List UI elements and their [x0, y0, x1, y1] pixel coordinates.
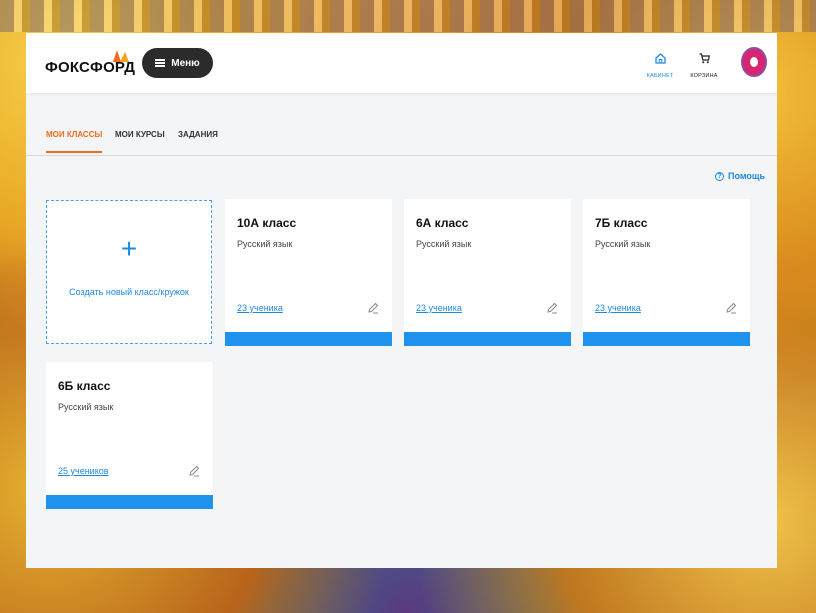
card-accent-bar: [583, 332, 750, 346]
class-title: 6Б класс: [58, 379, 111, 393]
nav-cart-label: КОРЗИНА: [690, 73, 718, 79]
class-card[interactable]: 6Б класс Русский язык 25 учеников: [46, 362, 213, 509]
tabs-bar: МОИ КЛАССЫ МОИ КУРСЫ ЗАДАНИЯ: [26, 93, 777, 156]
decorative-border: [0, 0, 816, 32]
class-subject: Русский язык: [58, 402, 114, 412]
class-subject: Русский язык: [237, 239, 293, 249]
menu-label: Меню: [171, 57, 200, 69]
top-navbar: ФОКСФОРД Меню КАБИНЕТ КОРЗИНА: [26, 33, 777, 93]
plus-icon: +: [120, 233, 138, 264]
card-accent-bar: [225, 332, 392, 346]
nav-cart[interactable]: КОРЗИНА: [679, 51, 729, 79]
hamburger-icon: [155, 59, 166, 67]
pencil-icon[interactable]: [188, 465, 200, 477]
class-card[interactable]: 6А класс Русский язык 23 ученика: [404, 199, 571, 346]
tab-assignments[interactable]: ЗАДАНИЯ: [178, 130, 218, 151]
class-subject: Русский язык: [416, 239, 472, 249]
create-class-label: Создать новый класс/кружок: [69, 287, 189, 297]
fox-ears-icon: [113, 50, 129, 62]
home-icon: [654, 53, 666, 64]
browser-screen: ФОКСФОРД Меню КАБИНЕТ КОРЗИНА МОИ КЛАССЫ…: [26, 33, 777, 568]
class-subject: Русский язык: [595, 239, 651, 249]
students-link[interactable]: 23 ученика: [416, 303, 462, 313]
tab-my-courses[interactable]: МОИ КУРСЫ: [115, 130, 165, 151]
class-card[interactable]: 10А класс Русский язык 23 ученика: [225, 199, 392, 346]
menu-button[interactable]: Меню: [142, 48, 213, 78]
card-accent-bar: [46, 495, 213, 509]
class-title: 7Б класс: [595, 216, 648, 230]
students-link[interactable]: 23 ученика: [237, 303, 283, 313]
students-link[interactable]: 23 ученика: [595, 303, 641, 313]
question-icon: ?: [715, 171, 724, 181]
card-accent-bar: [404, 332, 571, 346]
create-class-card[interactable]: + Создать новый класс/кружок: [46, 200, 212, 344]
nav-cabinet-label: КАБИНЕТ: [646, 73, 674, 79]
students-link[interactable]: 25 учеников: [58, 466, 109, 476]
help-link[interactable]: ? Помощь: [715, 171, 765, 181]
tab-my-classes[interactable]: МОИ КЛАССЫ: [46, 130, 103, 153]
logo[interactable]: ФОКСФОРД: [45, 50, 135, 76]
class-title: 10А класс: [237, 216, 297, 230]
class-card[interactable]: 7Б класс Русский язык 23 ученика: [583, 199, 750, 346]
pencil-icon[interactable]: [546, 302, 558, 314]
nav-cabinet[interactable]: КАБИНЕТ: [635, 51, 685, 79]
cart-icon: [699, 53, 710, 64]
pencil-icon[interactable]: [725, 302, 737, 314]
owl-avatar-icon[interactable]: [741, 47, 767, 77]
class-title: 6А класс: [416, 216, 469, 230]
help-label: Помощь: [728, 171, 766, 181]
pencil-icon[interactable]: [367, 302, 379, 314]
